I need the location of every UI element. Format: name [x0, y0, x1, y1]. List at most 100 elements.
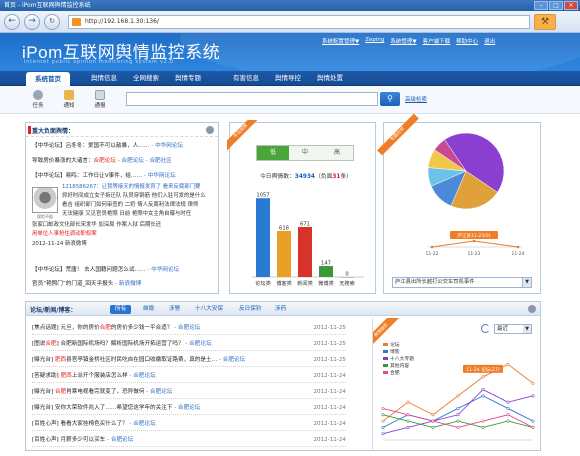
maximize-button[interactable]: □: [549, 1, 563, 10]
site-favicon-icon: [72, 18, 81, 26]
trend-select[interactable]: 最近 ▼: [494, 324, 532, 334]
search-button[interactable]: ⚲: [380, 92, 400, 106]
row-title: [曝光台]: [32, 389, 55, 395]
browser-navbar: ← → ↻ http://192.168.1.30:136/ ⚒: [0, 11, 580, 33]
callout-label: 庐江县11-23(9): [458, 232, 491, 239]
search-input[interactable]: [126, 92, 378, 106]
address-bar[interactable]: http://192.168.1.30:136/: [68, 15, 530, 29]
tab-home[interactable]: 系统首页: [26, 72, 70, 86]
notice-icon: [64, 90, 74, 100]
tab-harmful[interactable]: 有害信息: [226, 71, 266, 86]
series-point: [381, 406, 385, 410]
gear-icon[interactable]: [528, 305, 536, 313]
series-point: [456, 406, 460, 410]
series-point: [406, 419, 410, 423]
table-row[interactable]: [百姓心声] 月薪多少可以买车 - 合肥论坛 2012-11-24: [32, 434, 346, 447]
row-source: - 合肥论坛: [127, 421, 156, 427]
close-button[interactable]: ×: [564, 1, 578, 10]
tab-search[interactable]: 全网搜索: [126, 71, 166, 86]
minimize-button[interactable]: –: [534, 1, 548, 10]
tab-all[interactable]: 所有: [110, 305, 132, 314]
series-point: [381, 419, 385, 423]
series-point: [431, 413, 435, 417]
gear-icon[interactable]: [206, 126, 214, 134]
series-point: [506, 406, 510, 410]
tab-drugs[interactable]: 涉药: [270, 305, 291, 314]
item-source-2: - 合肥社区: [145, 158, 172, 164]
link-system-config[interactable]: 系统配置管理▼: [322, 37, 359, 45]
tab-handling[interactable]: 舆情处置: [310, 71, 350, 86]
bar-value-label: 0: [345, 272, 348, 278]
item-source: - 新浪微博: [115, 281, 142, 287]
link-system-admin[interactable]: 系统管理▼: [390, 37, 416, 45]
series-point: [431, 419, 435, 423]
row-title: [焦点话题] 元旦，你的房价: [32, 325, 100, 331]
link-user[interactable]: Zeping: [365, 37, 384, 45]
legend-label: 十八大专题: [390, 357, 414, 362]
table-row[interactable]: [百姓心声] 看看大家挂椅色买什么了？ - 合肥论坛 2012-11-24: [32, 418, 346, 431]
list-item[interactable]: 【中华论坛】吕冬冬：爱国不可以敌暴，人…… - 中华网论坛: [32, 141, 216, 149]
refresh-icon[interactable]: [481, 324, 490, 333]
tab-stability[interactable]: 维稳: [138, 305, 159, 314]
level-mid[interactable]: 中: [289, 146, 321, 160]
row-date: 2012-11-24: [313, 373, 346, 379]
link-logout[interactable]: 退出: [484, 37, 495, 45]
refresh-icon[interactable]: ↻: [44, 14, 60, 30]
tab-police[interactable]: 涉警: [164, 305, 185, 314]
callout-label: 11-24 论坛(27): [466, 366, 500, 373]
advanced-search-link[interactable]: 高级检索: [405, 95, 427, 103]
tab-diaoyu[interactable]: 反日保钓: [234, 305, 266, 314]
list-item[interactable]: 官员“艳照门”的门道_回天乎报头 - 新浪微博: [32, 279, 216, 287]
legend-swatch: [383, 371, 388, 374]
row-source: - 合肥论坛: [172, 405, 201, 411]
tool-task[interactable]: 任务: [28, 90, 48, 109]
series-point: [456, 394, 460, 398]
bar: [256, 198, 270, 277]
tab-guidance[interactable]: 舆情导控: [268, 71, 308, 86]
count-tail: 条）: [340, 174, 353, 180]
row-source: - 合肥论坛: [183, 341, 212, 347]
bar: [277, 230, 291, 277]
link-help[interactable]: 帮助中心: [456, 37, 478, 45]
link-client-download[interactable]: 客户端下载: [423, 37, 451, 45]
table-row[interactable]: [答疑求助] 肥西上派开个服装店怎么样 - 合肥论坛 2012-11-24: [32, 370, 346, 383]
thumbnail-caption: 保险不赔: [37, 214, 53, 219]
table-row[interactable]: [曝光台] 合肥肖寒电视看完就变了，恐异做何 - 合肥论坛 2012-11-24: [32, 386, 346, 399]
row-highlight: 肥西: [60, 373, 72, 379]
table-row[interactable]: [曝光台] 安你大荣软件兆入了……希望您这学年的关注下 - 合肥论坛 2012-1…: [32, 402, 346, 415]
table-row[interactable]: [图说合肥] 合肥新国际机场吗？解析国际机场开拓运营了吗？ - 合肥论坛 2012…: [32, 338, 346, 351]
topic-select[interactable]: 庐江县出所长越打公交车司机事件 ▼: [392, 277, 532, 288]
article-text: 用单位人事抢住调动职权案: [32, 231, 97, 237]
tool-notice[interactable]: 通知: [59, 90, 79, 109]
forward-icon[interactable]: →: [24, 14, 40, 30]
table-row[interactable]: [曝光台] 肥西县官亭镇金桥社区时民吃自在园口收缴取证路费，真的是土… - 合肥…: [32, 354, 346, 367]
level-low[interactable]: 低: [257, 146, 289, 160]
topic-select-value: 庐江县出所长越打公交车司机事件: [395, 279, 475, 285]
row-date: 2012-11-24: [313, 405, 346, 411]
back-icon[interactable]: ←: [4, 14, 20, 30]
article-thumbnail[interactable]: [32, 187, 58, 213]
mini-trend-point: [472, 239, 476, 243]
tab-congress[interactable]: 十八大安保: [190, 305, 228, 314]
series-point: [456, 425, 460, 429]
list-item[interactable]: 导致房价暴涨的大诸言：合肥论坛 - 合肥论坛 - 合肥社区: [32, 156, 216, 164]
level-high[interactable]: 高: [321, 146, 353, 160]
tool-report[interactable]: 通报: [90, 90, 110, 109]
row-highlight: 合肥: [99, 325, 111, 331]
row-title-rest: 肖寒电视看完就变了，恐异做何: [66, 389, 145, 395]
list-item[interactable]: 【中华论坛】荒唐！ 去人国籍问题怎么试…… - 中华网论坛: [32, 265, 216, 273]
top-links: 系统配置管理▼ Zeping 系统管理▼ 客户端下载 帮助中心 退出: [322, 37, 495, 45]
tools-icon[interactable]: ⚒: [534, 14, 556, 30]
forum-news-panel: 论坛/新闻/博客： 所有 维稳 涉警 十八大安保 反日保钓 涉药 [焦点话题] …: [25, 301, 541, 451]
list-item[interactable]: 【中华论坛】易鸣：工作日让V事件，给…… - 中华网论坛: [32, 171, 216, 179]
featured-article: 保险不赔 1218586267：让我等接天的情报发育了 看来反腐部门要 抓好时间…: [32, 183, 216, 269]
task-icon: [33, 90, 43, 100]
tab-info[interactable]: 舆情信息: [84, 71, 124, 86]
row-highlight: 合肥: [54, 389, 67, 395]
article-text: 1218586267：让我等接天的情报发育了 看来反腐部门要: [62, 184, 201, 190]
category-label: 新闻类: [297, 279, 313, 287]
tab-topics[interactable]: 舆情专题: [168, 71, 208, 86]
mini-trend-point: [430, 245, 434, 249]
table-row[interactable]: [焦点话题] 元旦，你的房价合肥的房价多少钱一平合适？ - 合肥论坛 2012-1…: [32, 322, 346, 335]
series-point: [481, 425, 485, 429]
